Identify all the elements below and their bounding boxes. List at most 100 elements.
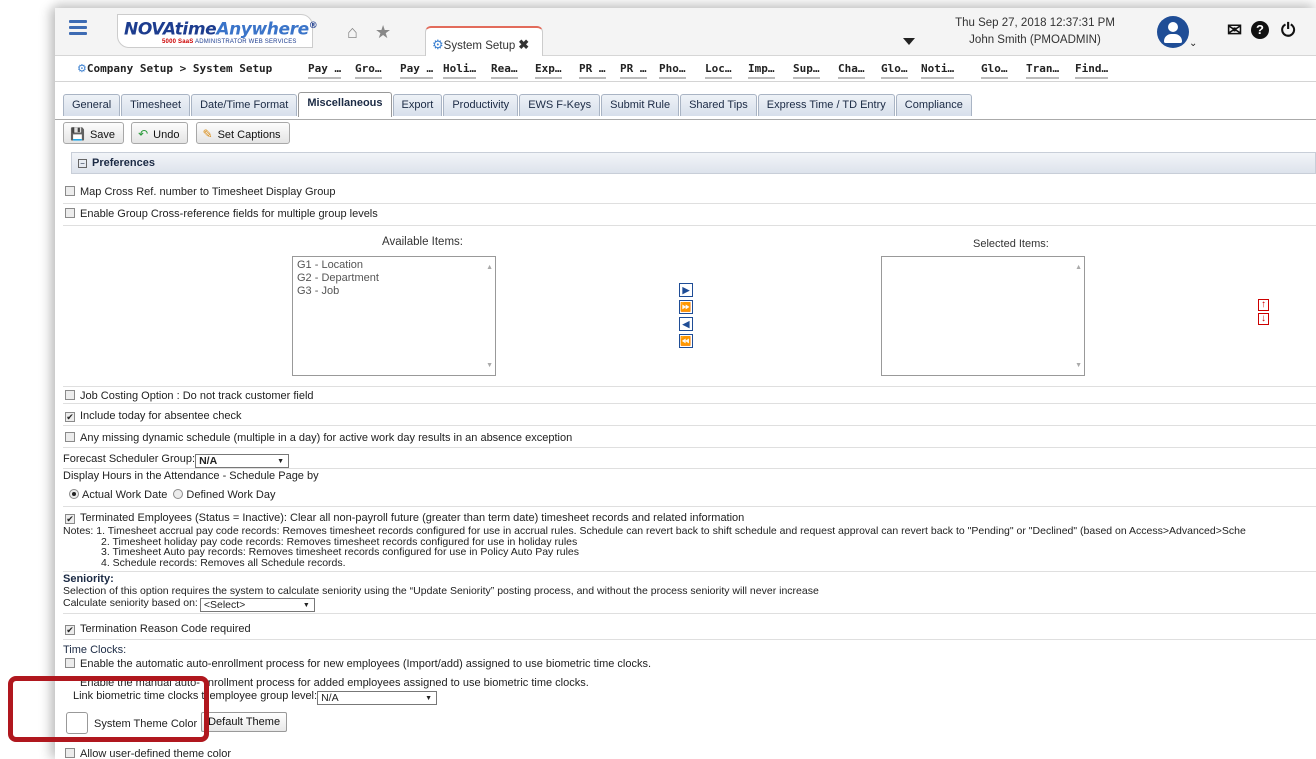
display-hours-radios: Actual Work Date Defined Work Day xyxy=(63,487,1316,507)
allow-theme-checkbox[interactable] xyxy=(65,748,75,758)
hamburger-menu-icon[interactable] xyxy=(69,20,87,36)
radio-defined-work-day[interactable] xyxy=(173,489,184,499)
tab-miscellaneous[interactable]: Miscellaneous xyxy=(298,92,392,117)
move-right-icon[interactable]: ▶ xyxy=(679,283,693,297)
tab-general[interactable]: General xyxy=(63,94,121,116)
available-items-list[interactable]: G1 - Location G2 - Department G3 - Job ▲… xyxy=(292,256,496,376)
save-button[interactable]: 💾 Save xyxy=(63,122,125,144)
map-cross-ref-label: Map Cross Ref. number to Timesheet Displ… xyxy=(80,186,336,198)
terminated-label: Terminated Employees (Status = Inactive)… xyxy=(80,512,745,524)
calc-seniority-select[interactable]: <Select> xyxy=(199,598,315,612)
logo-subtitle: ADMINISTRATOR WEB SERVICES xyxy=(195,38,297,45)
scroll-up-icon[interactable]: ▲ xyxy=(1075,261,1082,274)
quick-link[interactable]: PR … xyxy=(620,62,647,79)
auto-enroll-checkbox[interactable] xyxy=(65,658,75,668)
move-down-icon[interactable]: ↓ xyxy=(1258,313,1269,325)
quick-link[interactable]: Holi… xyxy=(443,62,477,79)
tabs-dropdown-icon[interactable] xyxy=(903,38,915,45)
quick-link[interactable]: Exp… xyxy=(535,62,562,79)
move-up-icon[interactable]: ↑ xyxy=(1258,299,1269,311)
missing-schedule-checkbox[interactable] xyxy=(65,432,75,442)
termination-reason-checkbox[interactable]: ✔ xyxy=(65,625,75,635)
power-icon[interactable]: ⏻ xyxy=(1281,20,1295,41)
quick-link[interactable]: Loc… xyxy=(705,62,732,79)
quick-link[interactable]: Pay … xyxy=(400,62,434,79)
undo-button[interactable]: ↶ Undo xyxy=(131,122,189,144)
tab-shared-tips[interactable]: Shared Tips xyxy=(680,94,757,116)
enable-group-xref-label: Enable Group Cross-reference fields for … xyxy=(80,208,378,220)
auto-enroll-label: Enable the automatic auto-enrollment pro… xyxy=(80,658,652,670)
enable-group-xref-checkbox[interactable] xyxy=(65,208,75,218)
mail-icon[interactable]: ✉ xyxy=(1227,20,1242,41)
tab-express-time[interactable]: Express Time / TD Entry xyxy=(757,94,895,116)
note-line: 3. Timesheet Auto pay records: Removes t… xyxy=(101,546,579,558)
list-item[interactable]: G2 - Department xyxy=(297,272,491,285)
quick-link[interactable]: Noti… xyxy=(921,62,955,79)
avatar[interactable] xyxy=(1157,16,1189,48)
default-theme-button[interactable]: Default Theme xyxy=(201,712,288,732)
preferences-panel: − Preferences Map Cross Ref. number to Ti… xyxy=(63,152,1316,759)
quick-link[interactable]: Rea… xyxy=(491,62,518,79)
quick-link[interactable]: Find… xyxy=(1075,62,1109,79)
quick-link[interactable]: Glo… xyxy=(881,62,908,79)
tab-submit-rule[interactable]: Submit Rule xyxy=(601,94,680,116)
move-left-icon[interactable]: ◀ xyxy=(679,317,693,331)
quick-link[interactable]: Tran… xyxy=(1026,62,1060,79)
list-item[interactable]: G3 - Job xyxy=(297,285,491,298)
quick-link[interactable]: Pay … xyxy=(308,62,342,79)
logo-text-anywhere: Anywhere xyxy=(216,19,309,40)
star-icon[interactable]: ★ xyxy=(375,22,391,43)
manual-enroll-label-end: nrollment process for added employees as… xyxy=(207,677,589,689)
allow-theme-label: Allow user-defined theme color xyxy=(80,748,232,759)
auto-enroll-row: Enable the automatic auto-enrollment pro… xyxy=(63,658,1316,674)
map-cross-ref-checkbox[interactable] xyxy=(65,186,75,196)
seniority-title: Seniority: xyxy=(63,573,114,585)
chevron-down-icon[interactable]: ⌄ xyxy=(1189,38,1197,49)
tab-ews-f-keys[interactable]: EWS F-Keys xyxy=(519,94,601,116)
move-all-right-icon[interactable]: ⏩ xyxy=(679,300,693,314)
tab-system-setup[interactable]: ⚙System Setup ✖ xyxy=(425,26,543,56)
selected-items-list[interactable]: ▲ ▼ xyxy=(881,256,1085,376)
quick-link[interactable]: Gro… xyxy=(355,62,382,79)
logo-registered: ® xyxy=(308,21,318,31)
quick-link[interactable]: Sup… xyxy=(793,62,820,79)
link-bio-select[interactable]: N/A xyxy=(317,691,438,705)
quick-link[interactable]: Imp… xyxy=(748,62,775,79)
help-icon[interactable]: ? xyxy=(1251,21,1269,39)
termination-reason-label: Termination Reason Code required xyxy=(80,623,251,635)
radio-actual-work-date[interactable] xyxy=(69,489,79,499)
termination-reason-row: ✔ Termination Reason Code required xyxy=(63,620,1316,640)
list-item[interactable]: G1 - Location xyxy=(297,259,491,272)
calc-seniority-row: Calculate seniority based on: <Select> xyxy=(63,597,1316,614)
include-today-checkbox[interactable]: ✔ xyxy=(65,412,75,422)
tab-export[interactable]: Export xyxy=(392,94,443,116)
terminated-checkbox[interactable]: ✔ xyxy=(65,514,75,524)
link-bio-label-end: employee group level: xyxy=(209,690,318,702)
terminated-row: ✔ Terminated Employees (Status = Inactive… xyxy=(63,512,1316,526)
collapse-icon[interactable]: − xyxy=(78,159,87,168)
tab-timesheet[interactable]: Timesheet xyxy=(121,94,191,116)
quick-link[interactable]: Pho… xyxy=(659,62,686,79)
scroll-down-icon[interactable]: ▼ xyxy=(1075,359,1082,372)
quick-link[interactable]: PR … xyxy=(579,62,606,79)
quick-link[interactable]: Cha… xyxy=(838,62,865,79)
available-items-label: Available Items: xyxy=(382,236,463,248)
preferences-header[interactable]: − Preferences xyxy=(71,152,1316,174)
set-captions-button[interactable]: ✎ Set Captions xyxy=(195,122,290,144)
tab-date-time-format[interactable]: Date/Time Format xyxy=(191,94,298,116)
quick-link[interactable]: Glo… xyxy=(981,62,1008,79)
job-costing-checkbox[interactable] xyxy=(65,390,75,400)
manual-enroll-row: Enable the manual auto-nrollment process… xyxy=(63,677,1316,691)
home-icon[interactable]: ⌂ xyxy=(347,22,358,43)
move-all-left-icon[interactable]: ⏪ xyxy=(679,334,693,348)
tab-compliance[interactable]: Compliance xyxy=(895,94,972,116)
close-icon[interactable]: ✖ xyxy=(518,37,529,52)
missing-schedule-label: Any missing dynamic schedule (multiple i… xyxy=(80,432,573,444)
tab-productivity[interactable]: Productivity xyxy=(443,94,519,116)
save-label: Save xyxy=(89,129,116,141)
forecast-select[interactable]: N/A xyxy=(195,454,290,468)
map-cross-ref-row: Map Cross Ref. number to Timesheet Displ… xyxy=(63,186,1316,204)
save-icon: 💾 xyxy=(70,127,85,141)
scroll-up-icon[interactable]: ▲ xyxy=(486,261,493,274)
scroll-down-icon[interactable]: ▼ xyxy=(486,359,493,372)
